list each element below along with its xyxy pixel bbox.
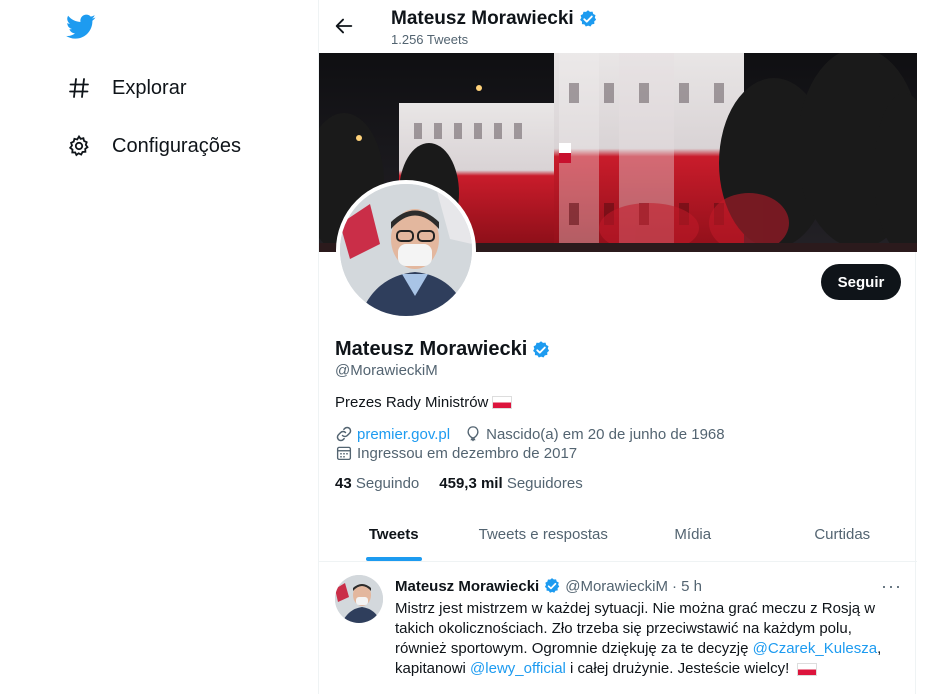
tweet-header: Mateusz Morawiecki @MorawieckiM · 5 h [395, 577, 702, 595]
profile-name: Mateusz Morawiecki [335, 338, 551, 361]
following-stat[interactable]: 43 Seguindo [335, 475, 419, 492]
mention-link-czarek-kulesza[interactable]: @Czarek_Kulesza [753, 640, 877, 657]
header-tweet-count: 1.256 Tweets [391, 32, 469, 47]
verified-badge-icon [579, 10, 596, 27]
tab-tweets-replies[interactable]: Tweets e respostas [469, 508, 619, 561]
back-arrow-icon[interactable] [333, 15, 355, 37]
nav-item-settings[interactable]: Configurações [66, 131, 241, 161]
profile-header-bar: Mateusz Morawiecki 1.256 Tweets [319, 0, 917, 53]
tweet-text: Mistrz jest mistrzem w każdej sytuacji. … [395, 599, 901, 679]
profile-joined-text: Ingressou em dezembro de 2017 [357, 444, 578, 462]
calendar-icon [336, 446, 352, 461]
tab-media-label: Mídia [674, 526, 712, 543]
tab-media[interactable]: Mídia [618, 508, 768, 561]
tab-likes-label: Curtidas [814, 526, 871, 543]
profile-tabs: Tweets Tweets e respostas Mídia Curtidas [319, 508, 917, 562]
balloon-icon [467, 426, 479, 442]
tab-tweets[interactable]: Tweets [319, 508, 469, 561]
followers-label: Seguidores [506, 475, 583, 492]
tweet-text-part-3: i całej drużynie. Jesteście wielcy! [565, 660, 790, 677]
profile-website-link[interactable]: premier.gov.pl [357, 426, 450, 443]
mention-link-lewy-official[interactable]: @lewy_official [470, 660, 566, 677]
tab-likes[interactable]: Curtidas [768, 508, 918, 561]
link-icon [336, 426, 352, 442]
tweet-author-avatar[interactable] [335, 575, 383, 623]
nav-item-explore[interactable]: Explorar [66, 73, 186, 103]
nav-item-settings-label: Configurações [112, 134, 241, 157]
tweet-author-name[interactable]: Mateusz Morawiecki [395, 578, 539, 595]
followers-count: 459,3 mil [439, 475, 503, 492]
profile-joined-row: Ingressou em dezembro de 2017 [335, 444, 591, 462]
profile-bio-text: Prezes Rady Ministrów [335, 394, 489, 411]
nav-item-explore-label: Explorar [112, 76, 187, 99]
poland-flag-icon [492, 396, 513, 409]
tweet-timestamp[interactable]: · 5 h [672, 578, 702, 595]
header-name-text: Mateusz Morawiecki [391, 8, 574, 29]
profile-birthday-text: Nascido(a) em 20 de junho de 1968 [486, 425, 725, 443]
following-count: 43 [335, 475, 352, 492]
follow-button[interactable]: Seguir [821, 264, 901, 300]
tab-tweets-replies-label: Tweets e respostas [478, 526, 608, 543]
verified-badge-icon [545, 578, 560, 593]
following-label: Seguindo [355, 475, 420, 492]
hashtag-icon [66, 75, 92, 101]
active-tab-indicator [365, 557, 422, 561]
profile-meta-row: premier.gov.pl Nascido(a) em 20 de junho… [335, 425, 739, 443]
profile-joined: Ingressou em dezembro de 2017 [335, 444, 577, 462]
profile-birthday: Nascido(a) em 20 de junho de 1968 [464, 425, 725, 443]
poland-flag-icon [797, 662, 818, 676]
profile-name-text: Mateusz Morawiecki [335, 338, 528, 360]
followers-stat[interactable]: 459,3 mil Seguidores [439, 475, 582, 492]
tab-tweets-label: Tweets [368, 526, 419, 543]
profile-avatar[interactable] [336, 180, 476, 320]
profile-handle: @MorawieckiM [335, 362, 438, 379]
header-profile-name: Mateusz Morawiecki [391, 8, 598, 30]
profile-website[interactable]: premier.gov.pl [335, 425, 450, 443]
tweet-author-handle[interactable]: @MorawieckiM [565, 578, 668, 595]
gear-icon [66, 133, 92, 159]
more-options-icon[interactable]: ··· [881, 576, 902, 597]
twitter-logo-icon[interactable] [66, 14, 96, 40]
profile-column: Mateusz Morawiecki 1.256 Tweets Seguir M… [318, 0, 917, 694]
profile-stats: 43 Seguindo 459,3 mil Seguidores [335, 475, 603, 492]
verified-badge-icon [533, 340, 550, 357]
profile-bio: Prezes Rady Ministrów [335, 394, 513, 411]
tweet-item[interactable]: Mateusz Morawiecki @MorawieckiM · 5 h ··… [319, 563, 917, 694]
